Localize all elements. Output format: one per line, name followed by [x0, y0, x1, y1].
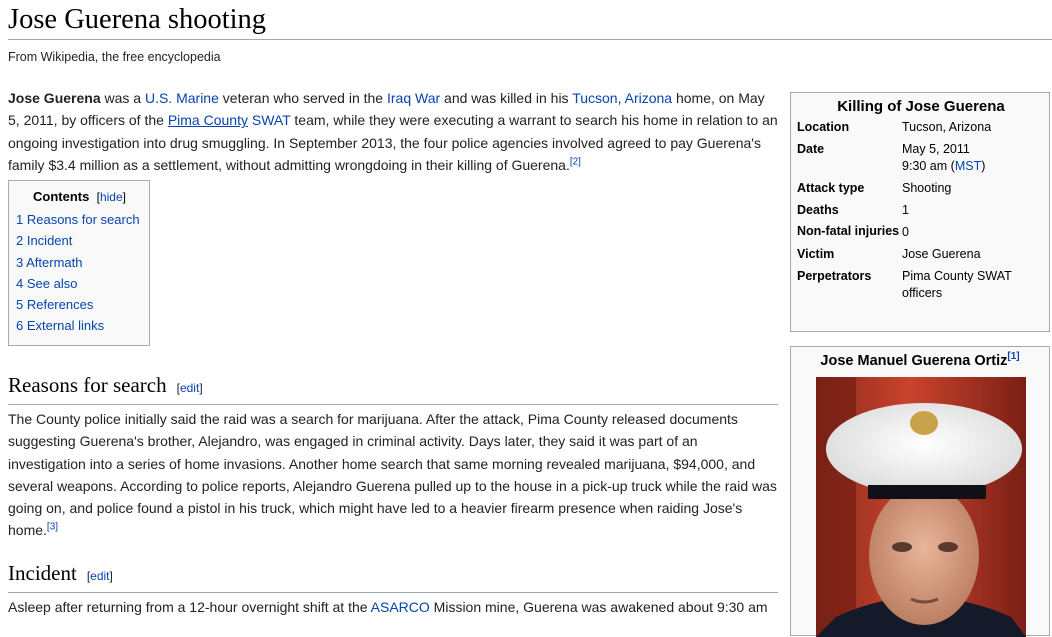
infobox: Killing of Jose Guerena Location Tucson,…: [790, 92, 1050, 332]
toc-item-incident[interactable]: 2 Incident: [16, 233, 72, 248]
infobox-row-deaths: Deaths 1: [797, 203, 909, 217]
toc-item-aftermath[interactable]: 3 Aftermath: [16, 255, 82, 270]
toc-item-see-also[interactable]: 4 See also: [16, 276, 77, 291]
section-heading-incident: Incident [edit]: [8, 560, 778, 593]
citation-ref-1[interactable]: [1]: [1007, 351, 1019, 362]
lead-subject: Jose Guerena: [8, 90, 101, 106]
page-title: Jose Guerena shooting: [8, 2, 1052, 40]
section-heading-reasons: Reasons for search [edit]: [8, 372, 778, 405]
edit-link-incident[interactable]: edit: [90, 569, 109, 583]
toc-hide-toggle[interactable]: hide: [100, 190, 123, 204]
infobox-row-victim: Victim Jose Guerena: [797, 247, 981, 261]
link-pima-county[interactable]: Pima County: [168, 112, 248, 128]
toc-item-reasons-for-search[interactable]: 1 Reasons for search: [16, 212, 140, 227]
link-tucson[interactable]: Tucson: [572, 90, 617, 106]
lead-paragraph: Jose Guerena was a U.S. Marine veteran w…: [8, 90, 778, 173]
toc-title: Contents: [33, 189, 90, 204]
toc-header: Contents [hide]: [33, 189, 126, 204]
table-of-contents: Contents [hide] 1 Reasons for search 2 I…: [8, 180, 150, 346]
link-mst[interactable]: MST: [955, 159, 981, 173]
portrait-photo[interactable]: [816, 377, 1026, 637]
citation-ref-3[interactable]: [3]: [47, 522, 58, 533]
infobox-row-date: Date May 5, 2011 9:30 am (MST): [797, 142, 986, 173]
toc-item-external-links[interactable]: 6 External links: [16, 318, 104, 333]
infobox-row-perpetrators: Perpetrators Pima County SWAT officers: [797, 269, 1012, 300]
site-tagline: From Wikipedia, the free encyclopedia: [8, 50, 221, 64]
link-us-marine[interactable]: U.S. Marine: [145, 90, 219, 106]
link-asarco[interactable]: ASARCO: [371, 599, 430, 615]
link-swat[interactable]: SWAT: [252, 112, 291, 128]
image-box: Jose Manuel Guerena Ortiz[1]: [790, 346, 1050, 637]
infobox-row-nonfatal: Non-fatal injuries 0: [797, 224, 909, 239]
infobox-row-location: Location Tucson, Arizona: [797, 120, 992, 134]
edit-link-reasons[interactable]: edit: [180, 381, 199, 395]
infobox-row-attack-type: Attack type Shooting: [797, 181, 952, 195]
incident-paragraph: Asleep after returning from a 12-hour ov…: [8, 599, 768, 615]
image-caption: Jose Manuel Guerena Ortiz[1]: [820, 351, 1020, 369]
link-arizona[interactable]: Arizona: [625, 90, 672, 106]
citation-ref-2[interactable]: [2]: [570, 156, 581, 167]
link-iraq-war[interactable]: Iraq War: [387, 90, 440, 106]
infobox-title: Killing of Jose Guerena: [837, 98, 1005, 115]
reasons-paragraph: The County police initially said the rai…: [8, 411, 777, 539]
toc-item-references[interactable]: 5 References: [16, 297, 93, 312]
